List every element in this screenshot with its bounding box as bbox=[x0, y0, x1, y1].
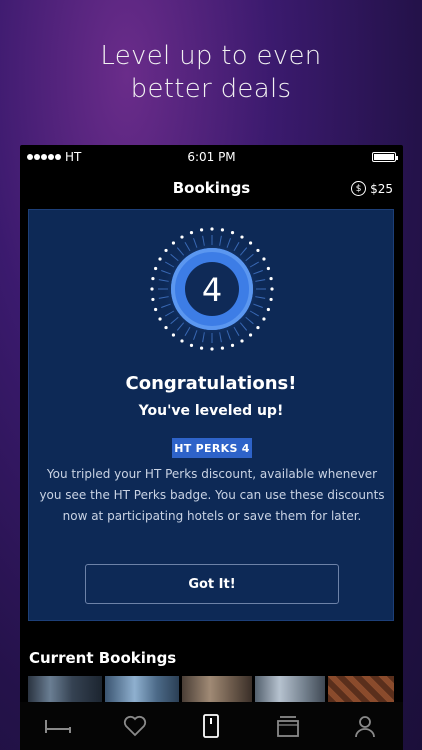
booking-thumbnail[interactable] bbox=[28, 676, 102, 702]
page-title: Bookings bbox=[172, 179, 251, 197]
phone-screen: HT 6:01 PM Bookings $ $25 4 Congratulati… bbox=[20, 145, 403, 750]
level-number: 4 bbox=[202, 271, 222, 309]
booking-thumbnails[interactable] bbox=[28, 676, 394, 702]
ticket-icon bbox=[277, 716, 299, 737]
tab-hotels[interactable] bbox=[38, 706, 78, 746]
level-badge-graphic: 4 bbox=[150, 227, 274, 351]
booking-thumbnail[interactable] bbox=[255, 676, 325, 702]
bed-icon bbox=[45, 720, 72, 733]
tab-favorites[interactable] bbox=[115, 706, 155, 746]
tab-bookings[interactable] bbox=[191, 706, 231, 746]
dollar-coin-icon: $ bbox=[351, 181, 367, 196]
leveled-up-subtitle: You've leveled up! bbox=[138, 403, 284, 419]
level-badge: 4 bbox=[147, 224, 277, 354]
tab-deals[interactable] bbox=[268, 706, 308, 746]
user-icon bbox=[354, 716, 375, 738]
got-it-button[interactable]: Got It! bbox=[85, 564, 339, 604]
status-bar: HT 6:01 PM bbox=[20, 145, 403, 169]
heart-icon bbox=[123, 715, 146, 737]
booking-thumbnail[interactable] bbox=[182, 676, 252, 702]
current-bookings-title: Current Bookings bbox=[29, 649, 177, 667]
promo-headline-line1: Level up to even bbox=[100, 41, 322, 71]
promo-headline-line2: better deals bbox=[130, 74, 292, 104]
level-up-card: 4 Congratulations! You've leveled up! HT… bbox=[28, 209, 394, 621]
booking-thumbnail[interactable] bbox=[328, 676, 394, 702]
status-time: 6:01 PM bbox=[187, 150, 236, 164]
perks-description: You tripled your HT Perks discount, avai… bbox=[39, 467, 385, 523]
phone-icon bbox=[203, 714, 220, 738]
nav-bar: Bookings $ $25 bbox=[20, 169, 403, 209]
congrats-title: Congratulations! bbox=[125, 373, 297, 394]
booking-thumbnail[interactable] bbox=[105, 676, 179, 702]
promo-headline: Level up to even better deals bbox=[0, 40, 422, 106]
perks-level-tag: HT PERKS 4 bbox=[172, 438, 252, 458]
tab-account[interactable] bbox=[345, 706, 385, 746]
credit-balance[interactable]: $ $25 bbox=[351, 181, 393, 196]
tab-bar bbox=[20, 702, 403, 750]
battery-icon bbox=[372, 152, 398, 162]
credit-amount: $25 bbox=[370, 181, 393, 196]
